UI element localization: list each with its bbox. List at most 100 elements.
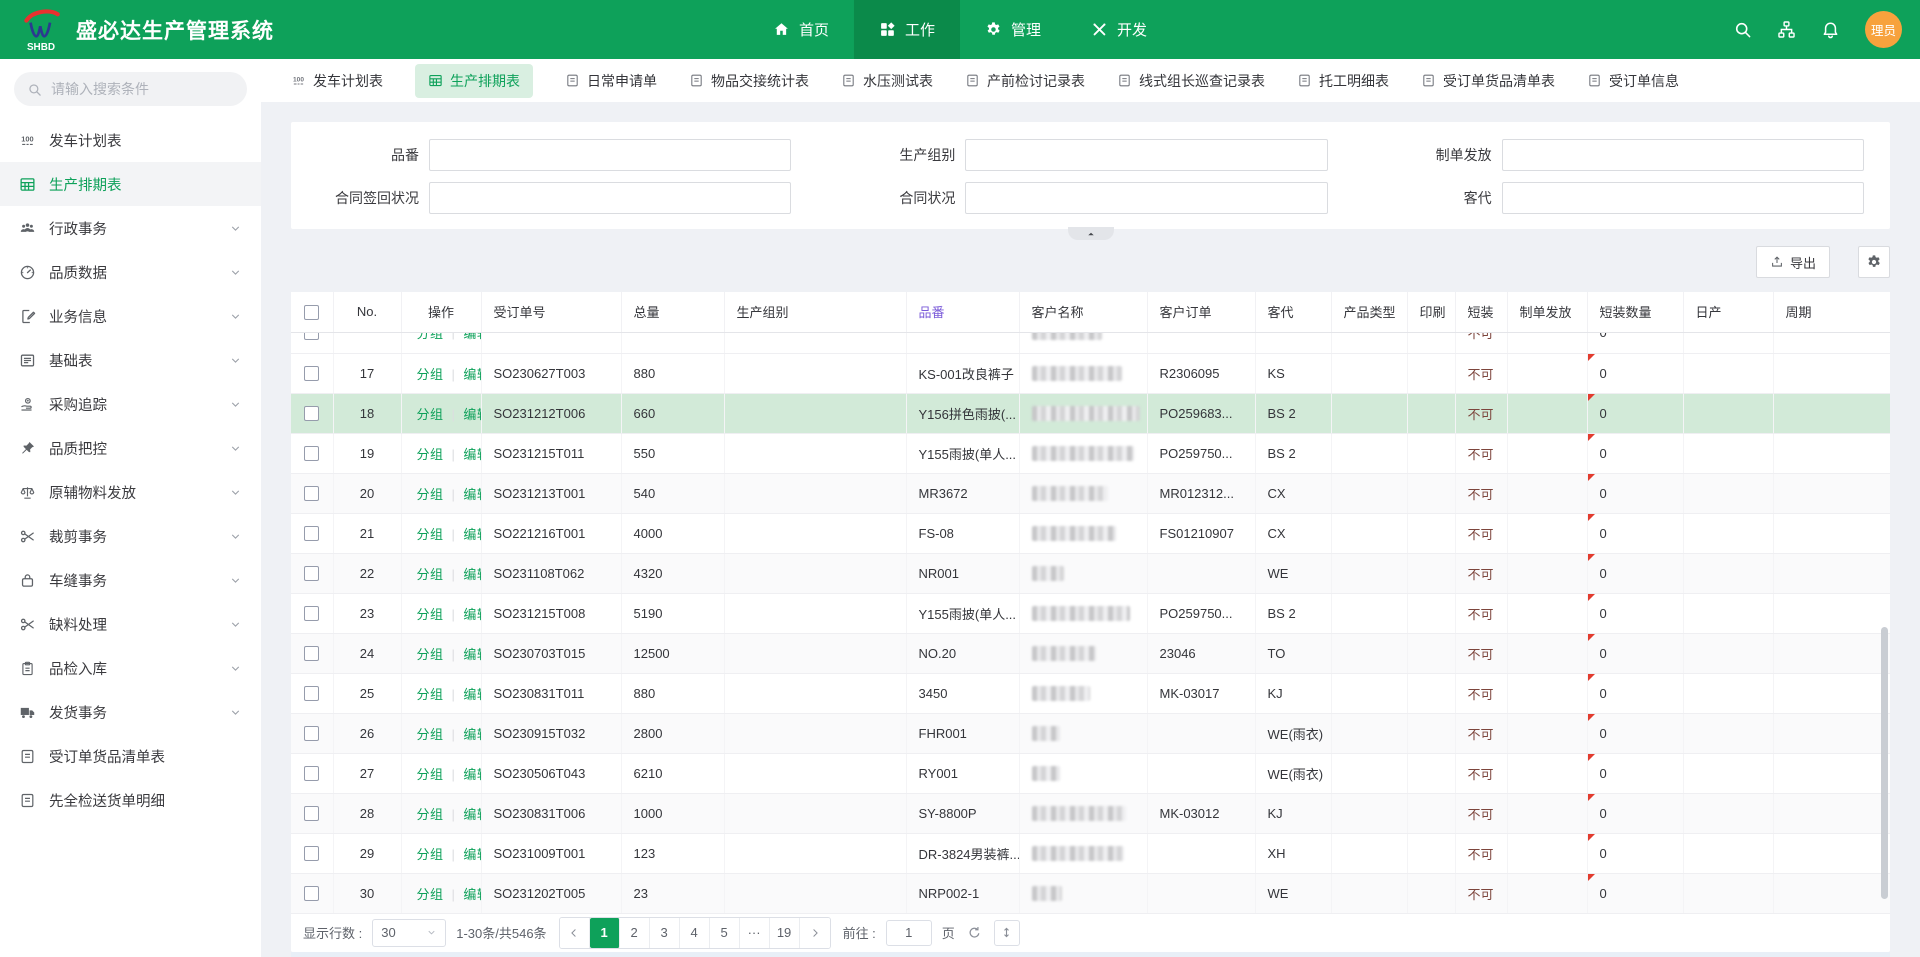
sidebar-item-full-inspection-delivery-detail[interactable]: 先全检送货单明细 (0, 778, 261, 822)
user-avatar[interactable]: 理员 (1865, 11, 1902, 48)
group-link[interactable]: 分组 (417, 332, 444, 342)
group-link[interactable]: 分组 (417, 527, 444, 542)
column-header[interactable]: 产品类型 (1331, 292, 1407, 332)
table-row[interactable]: 17分组|编辑SO230627T003880KS-001改良裤子R2306095… (291, 353, 1890, 393)
edit-link[interactable]: 编辑 (463, 447, 481, 462)
sidebar-item-business-info[interactable]: 业务信息 (0, 294, 261, 338)
tab-production-schedule[interactable]: 生产排期表 (415, 64, 533, 98)
edit-link[interactable]: 编辑 (463, 807, 481, 822)
edit-link[interactable]: 编辑 (463, 487, 481, 502)
row-checkbox[interactable] (304, 606, 319, 621)
row-checkbox[interactable] (304, 686, 319, 701)
group-link[interactable]: 分组 (417, 727, 444, 742)
nav-work[interactable]: 工作 (854, 0, 960, 59)
export-button[interactable]: 导出 (1756, 246, 1830, 278)
table-row[interactable]: 21分组|编辑SO221216T0014000FS-08FS01210907CX… (291, 513, 1890, 553)
sidebar-item-cutting-affairs[interactable]: 裁剪事务 (0, 514, 261, 558)
row-checkbox[interactable] (304, 846, 319, 861)
edit-link[interactable]: 编辑 (463, 527, 481, 542)
group-link[interactable]: 分组 (417, 407, 444, 422)
sidebar-item-basic-tables[interactable]: 基础表 (0, 338, 261, 382)
filter-input-production-group[interactable] (965, 139, 1327, 171)
table-row[interactable]: 28分组|编辑SO230831T0061000SY-8800PMK-03012K… (291, 793, 1890, 833)
group-link[interactable]: 分组 (417, 847, 444, 862)
group-link[interactable]: 分组 (417, 447, 444, 462)
table-row[interactable]: 20分组|编辑SO231213T001540MR3672MR012312...C… (291, 473, 1890, 513)
group-link[interactable]: 分组 (417, 807, 444, 822)
tab-dispatch-plan[interactable]: 100发车计划表 (291, 71, 383, 91)
row-checkbox[interactable] (304, 366, 319, 381)
edit-link[interactable]: 编辑 (463, 847, 481, 862)
table-row[interactable]: 23分组|编辑SO231215T0085190Y155雨披(单人...PO259… (291, 593, 1890, 633)
sidebar-item-sewing-affairs[interactable]: 车缝事务 (0, 558, 261, 602)
page-ellipsis[interactable]: ··· (740, 918, 770, 948)
tab-preproduction-review[interactable]: 产前检讨记录表 (965, 71, 1085, 91)
column-header[interactable]: 客户名称 (1019, 292, 1147, 332)
filter-input-contract-status[interactable] (965, 182, 1327, 214)
row-checkbox[interactable] (304, 486, 319, 501)
table-row[interactable]: 22分组|编辑SO231108T0624320NR001WE不可0 (291, 553, 1890, 593)
table-row[interactable]: 29分组|编辑SO231009T001123DR-3824男装裤...XH不可0 (291, 833, 1890, 873)
column-header[interactable]: No. (333, 292, 401, 332)
edit-link[interactable]: 编辑 (463, 407, 481, 422)
filter-input-product-no[interactable] (429, 139, 791, 171)
table-row[interactable]: 25分组|编辑SO230831T0118803450MK-03017KJ不可0 (291, 673, 1890, 713)
row-checkbox[interactable] (304, 406, 319, 421)
edit-link[interactable]: 编辑 (463, 687, 481, 702)
sidebar-item-dispatch-plan[interactable]: 100发车计划表 (0, 118, 261, 162)
refresh-button[interactable] (965, 923, 984, 942)
table-row[interactable]: 26分组|编辑SO230915T0322800FHR001WE(雨衣)不可0 (291, 713, 1890, 753)
column-header[interactable]: 客户订单 (1147, 292, 1255, 332)
sidebar-item-quality-data[interactable]: 品质数据 (0, 250, 261, 294)
filter-collapse-toggle[interactable] (1068, 227, 1114, 240)
column-header[interactable]: 客代 (1255, 292, 1331, 332)
select-all-checkbox[interactable] (304, 305, 319, 320)
notifications-bell-icon[interactable] (1821, 20, 1840, 39)
search-icon[interactable] (1733, 20, 1752, 39)
column-header[interactable]: 短装数量 (1587, 292, 1683, 332)
edit-link[interactable]: 编辑 (463, 767, 481, 782)
edit-link[interactable]: 编辑 (463, 567, 481, 582)
nav-manage[interactable]: 管理 (960, 0, 1066, 59)
page-button-19[interactable]: 19 (770, 918, 800, 948)
tab-line-leader-inspection[interactable]: 线式组长巡查记录表 (1117, 71, 1265, 91)
goto-page-input[interactable] (886, 920, 932, 946)
group-link[interactable]: 分组 (417, 647, 444, 662)
filter-input-customer-code[interactable] (1502, 182, 1864, 214)
column-header[interactable]: 操作 (401, 292, 481, 332)
sidebar-item-raw-material-issue[interactable]: 原辅物料发放 (0, 470, 261, 514)
edit-link[interactable]: 编辑 (463, 332, 481, 342)
column-header[interactable]: 品番 (906, 292, 1019, 332)
edit-link[interactable]: 编辑 (463, 367, 481, 382)
column-header[interactable]: 受订单号 (481, 292, 621, 332)
app-logo[interactable]: SHBD (18, 7, 64, 53)
row-checkbox[interactable] (304, 646, 319, 661)
edit-link[interactable]: 编辑 (463, 887, 481, 902)
tab-order-info[interactable]: 受订单信息 (1587, 71, 1679, 91)
rows-per-page-select[interactable]: 30 (372, 919, 446, 947)
group-link[interactable]: 分组 (417, 767, 444, 782)
table-row[interactable]: 30分组|编辑SO231202T00523NRP002-1WE不可0 (291, 873, 1890, 913)
column-header[interactable]: 周期 (1773, 292, 1890, 332)
row-checkbox[interactable] (304, 766, 319, 781)
sidebar-item-purchase-tracking[interactable]: 采购追踪 (0, 382, 261, 426)
tab-item-handover-stats[interactable]: 物品交接统计表 (689, 71, 809, 91)
group-link[interactable]: 分组 (417, 887, 444, 902)
group-link[interactable]: 分组 (417, 567, 444, 582)
sitemap-icon[interactable] (1777, 20, 1796, 39)
edit-link[interactable]: 编辑 (463, 607, 481, 622)
page-button-4[interactable]: 4 (680, 918, 710, 948)
table-row[interactable]: 18分组|编辑SO231212T006660Y156拼色雨披(...PO2596… (291, 393, 1890, 433)
group-link[interactable]: 分组 (417, 487, 444, 502)
edit-link[interactable]: 编辑 (463, 727, 481, 742)
column-header[interactable]: 短装 (1455, 292, 1507, 332)
tab-subcontract-detail[interactable]: 托工明细表 (1297, 71, 1389, 91)
sidebar-search-input[interactable]: 请输入搜索条件 (14, 72, 247, 106)
row-checkbox[interactable] (304, 526, 319, 541)
table-row[interactable]: 19分组|编辑SO231215T011550Y155雨披(单人...PO2597… (291, 433, 1890, 473)
column-header[interactable]: 日产 (1683, 292, 1773, 332)
row-checkbox[interactable] (304, 806, 319, 821)
fit-height-button[interactable] (994, 920, 1020, 946)
nav-develop[interactable]: 开发 (1066, 0, 1172, 59)
page-button-2[interactable]: 2 (620, 918, 650, 948)
